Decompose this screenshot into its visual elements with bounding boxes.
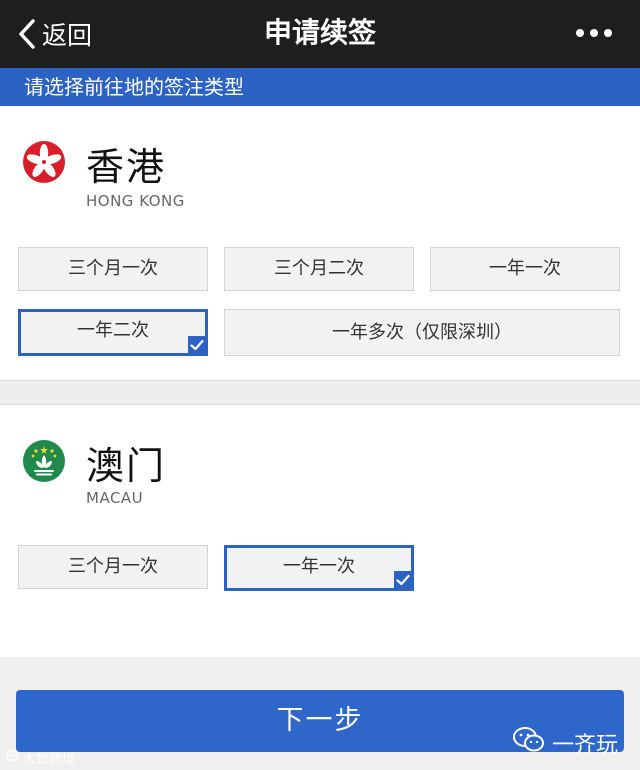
option-1-year-single[interactable]: 一年一次 [430,247,620,291]
more-icon[interactable] [576,29,612,37]
page-title: 申请续签 [263,16,376,49]
checkmark-icon [188,336,206,354]
region-name: 香港 [86,145,167,189]
option-1-year-double[interactable]: 一年二次 [18,309,208,356]
instruction-banner: 请选择前往地的签注类型 [0,68,640,106]
watermark-right: 一齐玩 [512,726,618,760]
option-label: 一年二次 [77,320,149,341]
watermark-left-text: 大数跨境 [23,752,76,767]
region-header-macau: 澳门 [22,435,166,490]
watermark-left: 大数跨境 [6,748,75,767]
watermark-right-text: 一齐玩 [551,733,618,758]
option-3-month-double[interactable]: 三个月二次 [224,247,414,291]
region-name: 澳门 [86,444,167,488]
checkmark-icon [394,571,412,589]
option-1-year-single[interactable]: 一年一次 [224,545,414,591]
hong-kong-flag-icon [22,140,66,188]
globe-icon [6,749,19,766]
region-section-macau: 澳门 MACAU 三个月一次 一年一次 [0,404,640,658]
option-label: 一年一次 [283,556,355,577]
region-name-en: HONG KONG [86,192,185,210]
option-1-year-multiple[interactable]: 一年多次（仅限深圳） [224,309,620,356]
macau-flag-icon [22,439,66,487]
wechat-icon [512,726,546,760]
top-bar: 返回 申请续签 [0,0,640,68]
region-name-en: MACAU [86,489,144,507]
option-3-month-single[interactable]: 三个月一次 [18,545,208,589]
option-3-month-single[interactable]: 三个月一次 [18,247,208,291]
region-section-hong-kong: 香港 HONG KONG 三个月一次 三个月二次 一年一次 一年二次 一年多次（… [0,106,640,381]
region-header-hong-kong: 香港 [22,136,166,191]
